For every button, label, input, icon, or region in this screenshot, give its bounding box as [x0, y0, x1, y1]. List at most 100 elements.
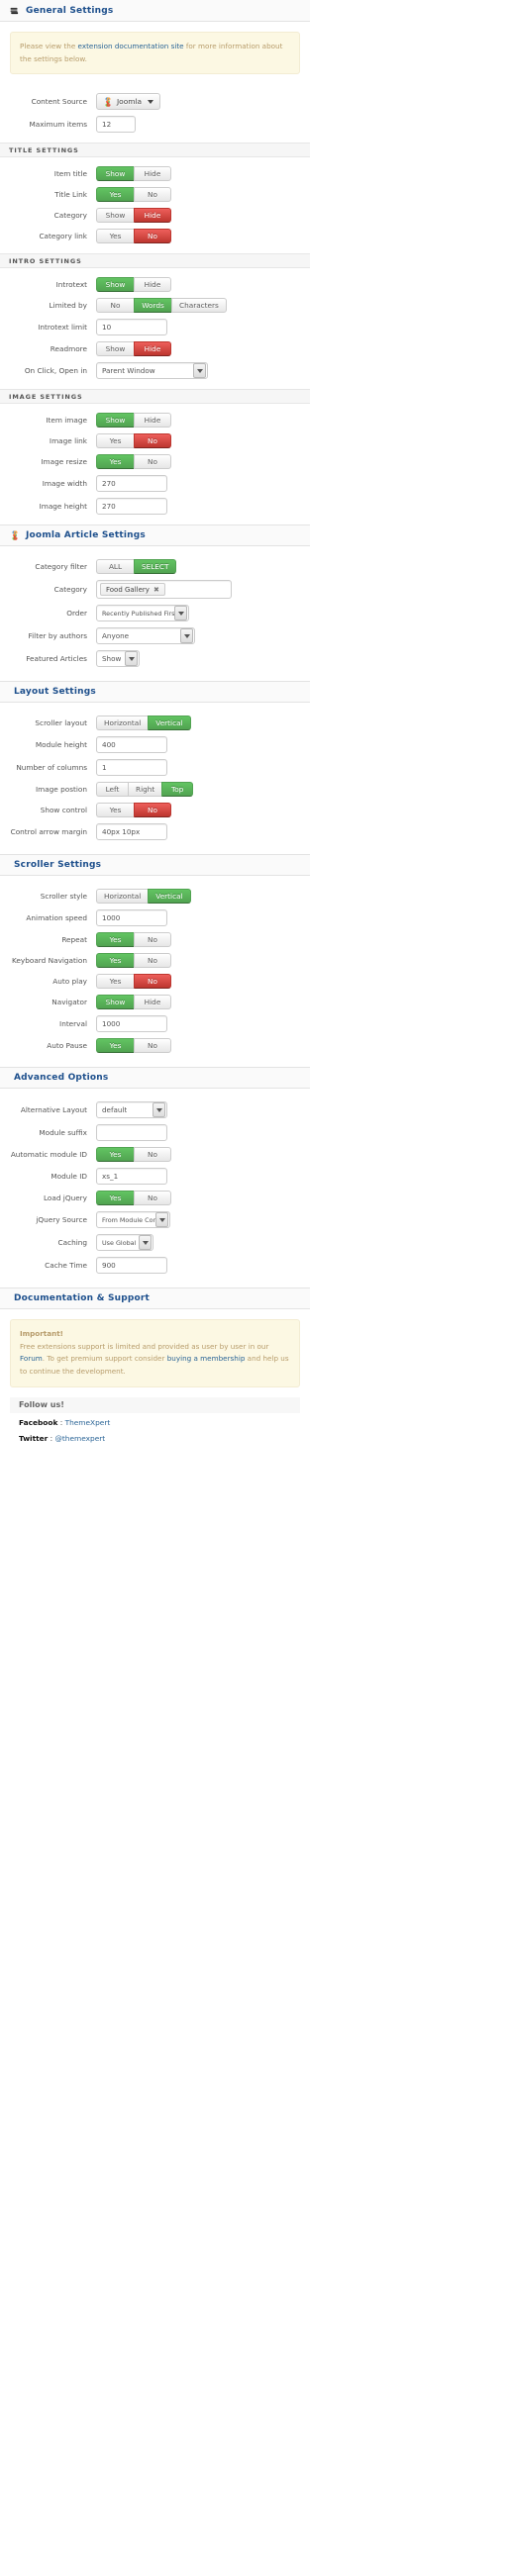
toggle-scroller-layout[interactable]: Horizontal Vertical: [96, 716, 191, 731]
animation-speed-input[interactable]: 1000: [96, 909, 167, 927]
introtext-limit-input[interactable]: 10: [96, 319, 167, 336]
toggle-show-control[interactable]: Yes No: [96, 803, 171, 818]
toggle-option-all[interactable]: ALL: [96, 559, 134, 575]
interval-input[interactable]: 1000: [96, 1015, 167, 1033]
maximum-items-input[interactable]: 12: [96, 116, 136, 134]
toggle-option-yes[interactable]: Yes: [96, 1147, 134, 1163]
toggle-option-show[interactable]: Show: [96, 277, 134, 293]
category-chip-field[interactable]: Food Gallery ✖: [96, 580, 232, 600]
chevron-down-icon[interactable]: [174, 606, 187, 621]
toggle-scroller-style[interactable]: Horizontal Vertical: [96, 889, 191, 905]
toggle-option-show[interactable]: Show: [96, 413, 134, 429]
toggle-option-select[interactable]: SELECT: [134, 559, 177, 575]
toggle-option-top[interactable]: Top: [161, 782, 194, 798]
toggle-option-no[interactable]: No: [134, 803, 171, 818]
toggle-image-link[interactable]: Yes No: [96, 433, 171, 449]
toggle-option-yes[interactable]: Yes: [96, 1038, 134, 1054]
order-select[interactable]: Recently Published First: [96, 605, 189, 622]
chevron-down-icon[interactable]: [155, 1212, 168, 1228]
close-icon[interactable]: ✖: [153, 586, 159, 594]
image-height-input[interactable]: 270: [96, 498, 167, 516]
toggle-option-show[interactable]: Show: [96, 166, 134, 182]
featured-articles-select[interactable]: Show: [96, 650, 140, 668]
toggle-option-no[interactable]: No: [134, 433, 171, 449]
panel-header-general[interactable]: General Settings: [0, 0, 310, 22]
toggle-item-image[interactable]: Show Hide: [96, 413, 171, 429]
chevron-down-icon[interactable]: [125, 651, 138, 667]
toggle-option-horizontal[interactable]: Horizontal: [96, 889, 149, 905]
toggle-limited-by[interactable]: No Words Characters: [96, 298, 227, 314]
panel-header-scroller[interactable]: Scroller Settings: [0, 854, 310, 877]
toggle-option-left[interactable]: Left: [96, 782, 128, 798]
toggle-option-yes[interactable]: Yes: [96, 433, 134, 449]
toggle-option-no[interactable]: No: [134, 454, 171, 470]
caching-select[interactable]: Use Global: [96, 1234, 153, 1252]
toggle-option-horizontal[interactable]: Horizontal: [96, 716, 149, 731]
chevron-down-icon[interactable]: [180, 628, 193, 644]
twitter-link[interactable]: @themexpert: [55, 1434, 106, 1443]
toggle-option-no[interactable]: No: [96, 298, 134, 314]
cache-time-input[interactable]: 900: [96, 1257, 167, 1275]
control-arrow-margin-input[interactable]: 40px 10px: [96, 823, 167, 841]
toggle-option-yes[interactable]: Yes: [96, 187, 134, 203]
toggle-option-hide[interactable]: Hide: [134, 995, 171, 1010]
content-source-dropdown[interactable]: Joomla: [96, 93, 161, 111]
chevron-down-icon[interactable]: [139, 1235, 152, 1251]
toggle-automatic-module-id[interactable]: Yes No: [96, 1147, 171, 1163]
toggle-option-no[interactable]: No: [134, 1191, 171, 1206]
toggle-option-yes[interactable]: Yes: [96, 803, 134, 818]
toggle-option-yes[interactable]: Yes: [96, 454, 134, 470]
toggle-option-yes[interactable]: Yes: [96, 1191, 134, 1206]
toggle-option-show[interactable]: Show: [96, 341, 134, 357]
toggle-title-link[interactable]: Yes No: [96, 187, 171, 203]
toggle-option-yes[interactable]: Yes: [96, 229, 134, 244]
chevron-down-icon[interactable]: [193, 363, 206, 379]
toggle-option-words[interactable]: Words: [134, 298, 171, 314]
jquery-source-select[interactable]: From Module Core: [96, 1211, 170, 1229]
toggle-navigator[interactable]: Show Hide: [96, 995, 171, 1010]
toggle-option-hide[interactable]: Hide: [134, 166, 171, 182]
toggle-option-right[interactable]: Right: [128, 782, 162, 798]
panel-header-layout[interactable]: Layout Settings: [0, 681, 310, 704]
toggle-option-no[interactable]: No: [134, 932, 171, 948]
toggle-option-yes[interactable]: Yes: [96, 974, 134, 990]
toggle-image-resize[interactable]: Yes No: [96, 454, 171, 470]
panel-header-advanced[interactable]: Advanced Options: [0, 1067, 310, 1090]
module-id-input[interactable]: xs_1: [96, 1168, 167, 1186]
toggle-introtext[interactable]: Show Hide: [96, 277, 171, 293]
alternative-layout-select[interactable]: default: [96, 1101, 167, 1119]
extension-documentation-link[interactable]: extension documentation site: [78, 42, 184, 50]
module-height-input[interactable]: 400: [96, 736, 167, 754]
toggle-option-hide[interactable]: Hide: [134, 413, 171, 429]
toggle-auto-play[interactable]: Yes No: [96, 974, 171, 990]
toggle-category[interactable]: Show Hide: [96, 208, 171, 224]
toggle-option-characters[interactable]: Characters: [171, 298, 227, 314]
toggle-option-no[interactable]: No: [134, 953, 171, 969]
toggle-load-jquery[interactable]: Yes No: [96, 1191, 171, 1206]
module-suffix-input[interactable]: [96, 1124, 167, 1142]
toggle-option-yes[interactable]: Yes: [96, 932, 134, 948]
number-of-columns-input[interactable]: 1: [96, 759, 167, 777]
toggle-option-no[interactable]: No: [134, 1147, 171, 1163]
toggle-option-yes[interactable]: Yes: [96, 953, 134, 969]
category-chip[interactable]: Food Gallery ✖: [100, 583, 165, 597]
toggle-option-no[interactable]: No: [134, 187, 171, 203]
toggle-option-hide[interactable]: Hide: [134, 277, 171, 293]
toggle-option-show[interactable]: Show: [96, 995, 134, 1010]
toggle-category-link[interactable]: Yes No: [96, 229, 171, 244]
toggle-image-position[interactable]: Left Right Top: [96, 782, 194, 798]
toggle-option-vertical[interactable]: Vertical: [148, 716, 191, 731]
toggle-option-vertical[interactable]: Vertical: [148, 889, 191, 905]
panel-header-docs[interactable]: Documentation & Support: [0, 1288, 310, 1310]
toggle-option-show[interactable]: Show: [96, 208, 134, 224]
toggle-repeat[interactable]: Yes No: [96, 932, 171, 948]
toggle-option-no[interactable]: No: [134, 974, 171, 990]
chevron-down-icon[interactable]: [152, 1102, 165, 1118]
toggle-category-filter[interactable]: ALL SELECT: [96, 559, 177, 575]
toggle-option-no[interactable]: No: [134, 229, 171, 244]
forum-link[interactable]: Forum: [20, 1354, 43, 1363]
toggle-readmore[interactable]: Show Hide: [96, 341, 171, 357]
toggle-keyboard-navigation[interactable]: Yes No: [96, 953, 171, 969]
buy-membership-link[interactable]: buying a membership: [167, 1354, 246, 1363]
on-click-open-in-select[interactable]: Parent Window: [96, 362, 208, 380]
